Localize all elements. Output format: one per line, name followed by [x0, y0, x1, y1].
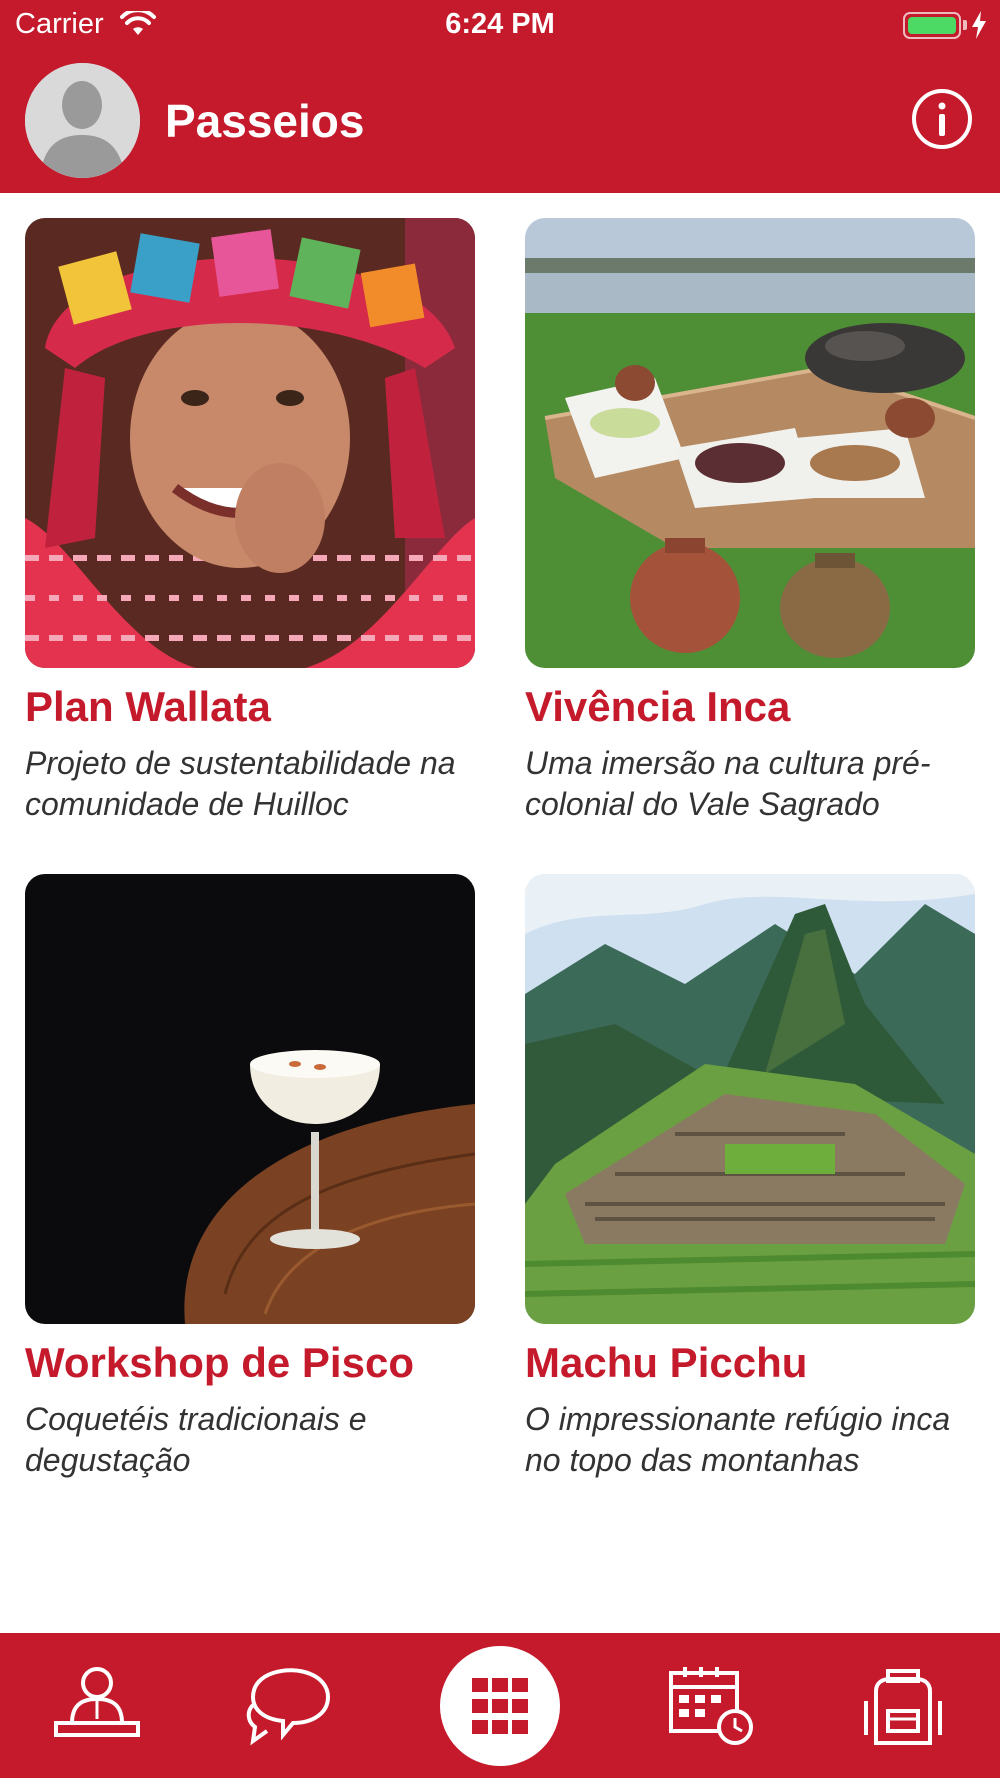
status-bar: Carrier 6:24 PM	[0, 0, 1000, 48]
battery-icon	[903, 12, 961, 39]
card-workshop-pisco[interactable]: Workshop de Pisco Coquetéis tradicionais…	[25, 874, 475, 1494]
card-image-workshop-pisco	[25, 874, 475, 1324]
card-title: Workshop de Pisco	[25, 1339, 414, 1386]
card-subtitle: Projeto de sustentabilidade na comunidad…	[25, 745, 456, 822]
tab-bar	[0, 1633, 1000, 1778]
charging-bolt-icon	[972, 11, 986, 39]
info-icon[interactable]	[910, 87, 974, 151]
card-image-vivencia-inca	[525, 218, 975, 668]
page-title: Passeios	[165, 95, 365, 147]
header-bar: Carrier 6:24 PM Passeios	[0, 0, 1000, 193]
card-image-machu-picchu	[525, 874, 975, 1324]
avatar[interactable]	[25, 63, 140, 178]
person-desk-icon[interactable]	[52, 1661, 142, 1751]
card-title: Vivência Inca	[525, 683, 791, 730]
tab-grid-selected[interactable]	[440, 1646, 560, 1766]
status-time: 6:24 PM	[445, 8, 555, 40]
calendar-clock-icon[interactable]	[665, 1661, 755, 1751]
card-machu-picchu[interactable]: Machu Picchu O impressionante refúgio in…	[525, 874, 975, 1494]
card-vivencia-inca[interactable]: Vivência Inca Uma imersão na cultura pré…	[525, 218, 975, 838]
card-image-plan-wallata	[25, 218, 475, 668]
card-subtitle: Coquetéis tradicionais e degustação	[25, 1401, 367, 1478]
card-title: Plan Wallata	[25, 683, 271, 730]
backpack-icon[interactable]	[858, 1661, 948, 1751]
grid-icon	[472, 1678, 528, 1734]
battery-tip	[963, 20, 967, 30]
card-subtitle: Uma imersão na cultura pré-colonial do V…	[525, 745, 931, 822]
chat-bubbles-icon[interactable]	[243, 1661, 333, 1751]
card-title: Machu Picchu	[525, 1339, 808, 1386]
card-plan-wallata[interactable]: Plan Wallata Projeto de sustentabilidade…	[25, 218, 475, 838]
user-silhouette-icon	[25, 63, 140, 178]
card-subtitle: O impressionante refúgio inca no topo da…	[525, 1401, 951, 1478]
